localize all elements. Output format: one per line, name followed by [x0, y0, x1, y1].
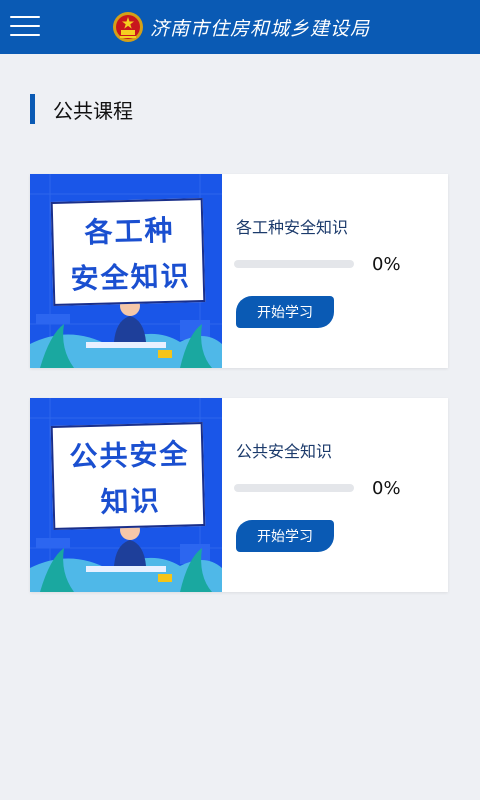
course-thumbnail: 各工种 安全知识: [30, 174, 222, 368]
section-title: 公共课程: [53, 98, 133, 123]
thumbnail-board: 公共安全 知识: [50, 422, 206, 530]
national-emblem-icon: [113, 12, 143, 42]
course-card[interactable]: 各工种 安全知识 各工种安全知识 0% 开始学习: [30, 174, 448, 368]
start-learning-button[interactable]: 开始学习: [236, 520, 334, 552]
thumbnail-line-1: 各工种: [84, 213, 175, 250]
course-title: 公共安全知识: [236, 442, 333, 461]
thumbnail-line-2: 知识: [100, 484, 162, 519]
thumbnail-line-2: 安全知识: [70, 259, 192, 296]
progress-bar: [234, 260, 354, 268]
course-thumbnail: 公共安全 知识: [30, 398, 222, 592]
hamburger-icon: [10, 16, 40, 18]
progress-bar: [234, 484, 354, 492]
progress-label: 0%: [372, 254, 401, 275]
app-title: 济南市住房和城乡建设局: [150, 18, 371, 40]
menu-button[interactable]: [10, 14, 40, 38]
course-title: 各工种安全知识: [236, 218, 349, 237]
start-learning-button[interactable]: 开始学习: [236, 296, 334, 328]
section-accent-bar: [30, 94, 35, 124]
thumbnail-board: 各工种 安全知识: [50, 198, 206, 306]
section-header: 公共课程: [30, 94, 133, 124]
progress-label: 0%: [372, 478, 401, 499]
course-card[interactable]: 公共安全 知识 公共安全知识 0% 开始学习: [30, 398, 448, 592]
thumbnail-line-1: 公共安全: [69, 437, 190, 474]
top-bar: 济南市住房和城乡建设局: [0, 0, 480, 54]
